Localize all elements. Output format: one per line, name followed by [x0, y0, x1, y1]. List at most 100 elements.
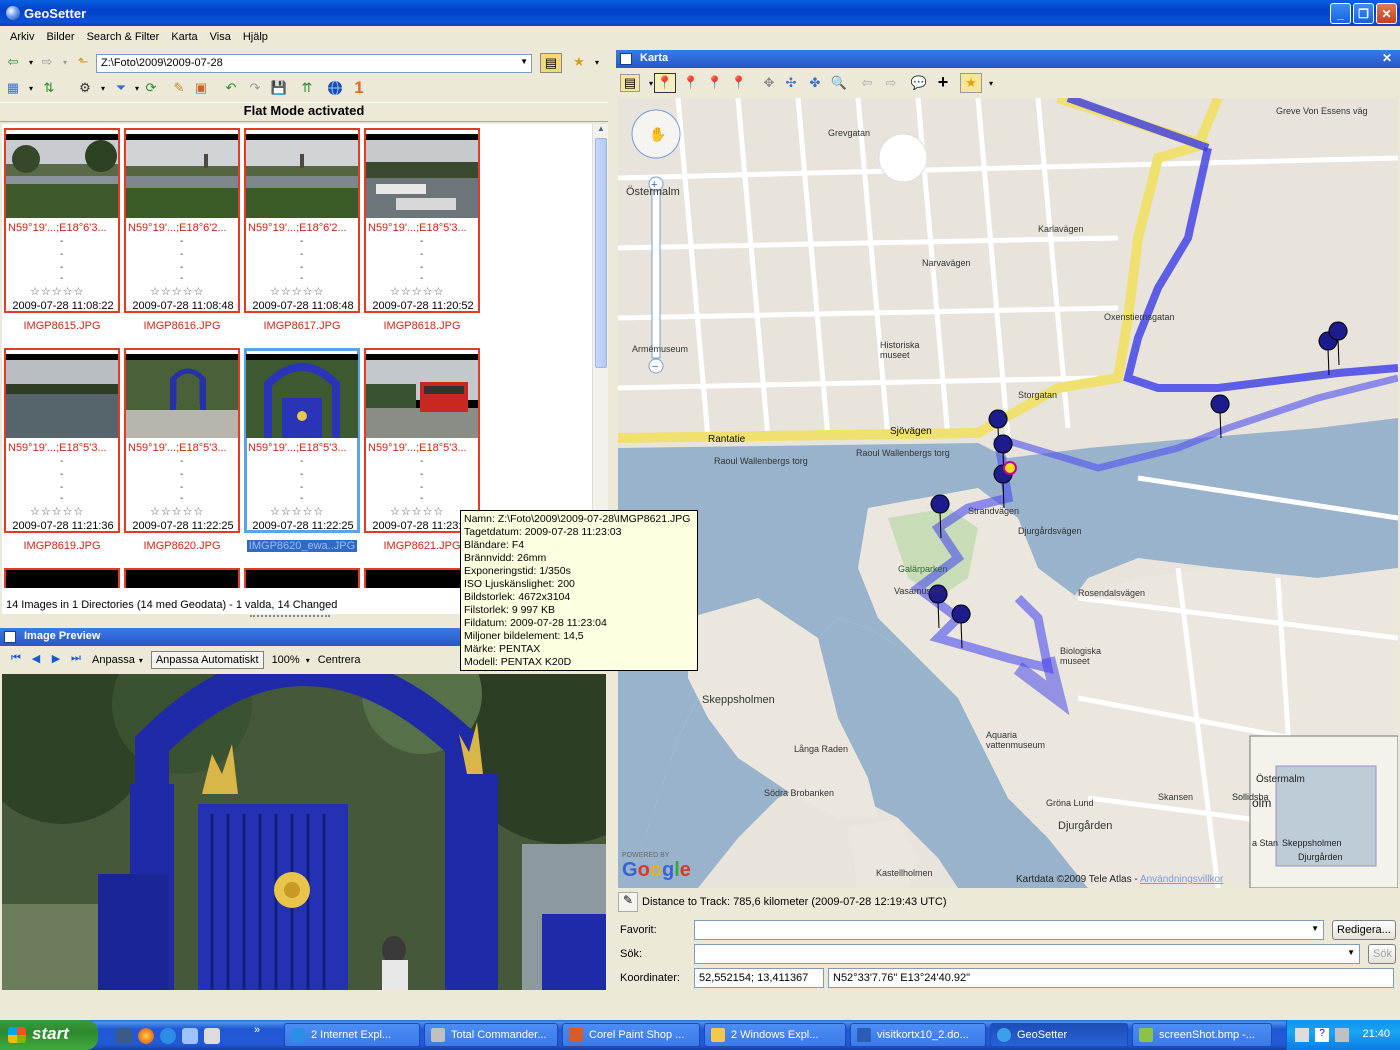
browse-folder-icon[interactable]: ▤ [540, 53, 562, 73]
tools-gray-icon[interactable]: ✥ [760, 74, 778, 92]
terms-link[interactable]: Användningsvillkor [1140, 874, 1223, 885]
pin-red-icon[interactable]: 📍 [730, 74, 748, 92]
pin-add-icon[interactable]: 📍 [706, 74, 724, 92]
thumbnail-card[interactable]: N59°19'...;E18°5'3... ---- ☆☆☆☆☆ 2009-07… [4, 348, 120, 552]
edit-data-icon[interactable]: ✎ [170, 79, 188, 97]
thumbnail-card[interactable]: N59°19'...;E18°5'3... ---- ☆☆☆☆☆ 2009-07… [364, 348, 480, 552]
thumbnail-image[interactable] [246, 354, 358, 438]
center-button[interactable]: Centrera [318, 654, 361, 666]
help-icon[interactable]: ? [1315, 1028, 1329, 1042]
save-icon[interactable]: 💾 [270, 79, 288, 97]
menu-bilder[interactable]: Bilder [40, 31, 80, 43]
crosshair-icon[interactable]: + [934, 72, 952, 92]
search-dropdown-icon[interactable]: ▼ [1347, 948, 1355, 957]
pin-green-icon[interactable]: 📍 [682, 74, 700, 92]
forward-dropdown-icon[interactable]: ▾ [56, 53, 74, 71]
quicklaunch-app-icon[interactable] [204, 1028, 220, 1044]
start-button[interactable]: start [0, 1020, 98, 1050]
number-one-icon[interactable]: 1 [350, 78, 368, 97]
map-type-icon[interactable]: ▤ [620, 74, 640, 92]
redo-icon[interactable]: ↷ [246, 79, 264, 97]
coordinates-dms-field[interactable]: N52°33'7.76" E13°24'40.92" [828, 968, 1394, 988]
tray-icon[interactable] [1295, 1028, 1309, 1042]
favorite-folder-icon[interactable]: ★ [570, 53, 588, 71]
show-desktop-icon[interactable] [116, 1028, 132, 1044]
taskbar-item[interactable]: screenShot.bmp -... [1132, 1023, 1272, 1047]
image-preview[interactable] [2, 674, 606, 990]
thumbnail-image[interactable] [246, 134, 358, 218]
thumbnail-image[interactable] [126, 354, 238, 438]
menu-search-filter[interactable]: Search & Filter [81, 31, 166, 43]
map-forward-icon[interactable]: ⇨ [882, 74, 900, 92]
close-map-icon[interactable]: ✕ [1382, 51, 1392, 65]
favorite-select[interactable]: ▼ [694, 920, 1324, 940]
undo-icon[interactable]: ↶ [222, 79, 240, 97]
thumbnail-image[interactable] [6, 354, 118, 438]
thumbnail-card[interactable]: N59°19'...;E18°6'2... ---- ☆☆☆☆☆ 2009-07… [124, 128, 240, 332]
forward-arrow-icon[interactable]: ⇨ [38, 53, 56, 71]
up-folder-icon[interactable]: ⬑ [74, 53, 92, 71]
thumbnail-image[interactable] [366, 134, 478, 218]
rating-stars[interactable]: ☆☆☆☆☆ [30, 285, 84, 298]
edit-favorites-button[interactable]: Redigera... [1332, 920, 1396, 940]
map-view[interactable]: ✋ + − Google Östermalm Rantatie Sjövägen… [618, 98, 1398, 888]
thumbnail-image[interactable] [366, 354, 478, 438]
comment-icon[interactable]: 💬 [910, 74, 928, 92]
menu-visa[interactable]: Visa [204, 31, 237, 43]
zoom-level[interactable]: 100% [272, 654, 300, 666]
favorite-dropdown-icon[interactable]: ▼ [1311, 924, 1319, 933]
auto-fit-button[interactable]: Anpassa Automatiskt [150, 651, 264, 669]
close-button[interactable]: ✕ [1376, 3, 1397, 24]
fit-dropdown-icon[interactable]: ▾ [139, 656, 143, 665]
search-map-icon[interactable]: 🔍 [830, 74, 848, 92]
rating-stars[interactable]: ☆☆☆☆☆ [150, 505, 204, 518]
first-image-icon[interactable]: ⏮ [6, 652, 26, 668]
quicklaunch-app-icon[interactable] [182, 1028, 198, 1044]
back-arrow-icon[interactable]: ⇦ [4, 53, 22, 71]
quick-launch-more-icon[interactable]: » [254, 1024, 260, 1036]
maximize-button[interactable]: ❐ [1353, 3, 1374, 24]
taskbar-item[interactable]: 2 Internet Expl... [284, 1023, 420, 1047]
sync-icon[interactable]: ⇈ [298, 79, 316, 97]
thumbnail-card[interactable]: N59°19'...;E18°5'3... ---- ☆☆☆☆☆ 2009-07… [364, 128, 480, 332]
rating-stars[interactable]: ☆☆☆☆☆ [390, 505, 444, 518]
last-image-icon[interactable]: ⏭ [66, 652, 86, 668]
thumbnail-image[interactable] [6, 134, 118, 218]
scroll-up-icon[interactable]: ▲ [593, 124, 609, 138]
thumbnail-card-partial[interactable] [4, 568, 120, 588]
rating-stars[interactable]: ☆☆☆☆☆ [390, 285, 444, 298]
taskbar-item[interactable]: Corel Paint Shop ... [562, 1023, 700, 1047]
volume-icon[interactable] [1335, 1028, 1349, 1042]
fit-button[interactable]: Anpassa [92, 654, 135, 666]
thumbnail-image[interactable] [126, 134, 238, 218]
thumbnail-card[interactable]: N59°19'...;E18°6'2... ---- ☆☆☆☆☆ 2009-07… [244, 128, 360, 332]
thumbnail-card[interactable]: N59°19'...;E18°6'3... ---- ☆☆☆☆☆ 2009-07… [4, 128, 120, 332]
globe-icon[interactable] [326, 79, 344, 97]
target-icon[interactable]: ✤ [806, 74, 824, 92]
taskbar-item-active[interactable]: GeoSetter [990, 1023, 1128, 1047]
path-input[interactable]: Z:\Foto\2009\2009-07-28 ▼ [96, 54, 532, 73]
rating-stars[interactable]: ☆☆☆☆☆ [150, 285, 204, 298]
taskbar-item[interactable]: 2 Windows Expl... [704, 1023, 846, 1047]
pencil-icon[interactable]: ✎ [618, 892, 638, 912]
path-dropdown-icon[interactable]: ▼ [520, 57, 528, 66]
scroll-thumb[interactable] [595, 138, 607, 368]
search-input[interactable]: ▼ [694, 944, 1360, 964]
thumbnail-card-partial[interactable] [124, 568, 240, 588]
search-button[interactable]: Sök [1368, 944, 1396, 964]
next-image-icon[interactable]: ▶ [46, 652, 66, 668]
menu-arkiv[interactable]: Arkiv [4, 31, 40, 43]
refresh-icon[interactable]: ⟳ [142, 79, 160, 97]
favorites-star-icon[interactable]: ★ [960, 73, 982, 93]
cluster-icon[interactable]: ✣ [782, 74, 800, 92]
tools-dropdown-icon[interactable]: ▾ [94, 79, 112, 97]
thumbnail-card-partial[interactable] [244, 568, 360, 588]
menu-karta[interactable]: Karta [165, 31, 203, 43]
rating-stars[interactable]: ☆☆☆☆☆ [30, 505, 84, 518]
set-position-icon[interactable]: 📍 [654, 73, 676, 93]
thumbnail-card[interactable]: N59°19'...;E18°5'3... ---- ☆☆☆☆☆ 2009-07… [124, 348, 240, 552]
coordinates-decimal-field[interactable]: 52,552154; 13,411367 [694, 968, 824, 988]
thumbnail-card-selected[interactable]: N59°19'...;E18°5'3... ---- ☆☆☆☆☆ 2009-07… [244, 348, 360, 552]
firefox-icon[interactable] [138, 1028, 154, 1044]
pane-splitter[interactable] [250, 615, 330, 619]
